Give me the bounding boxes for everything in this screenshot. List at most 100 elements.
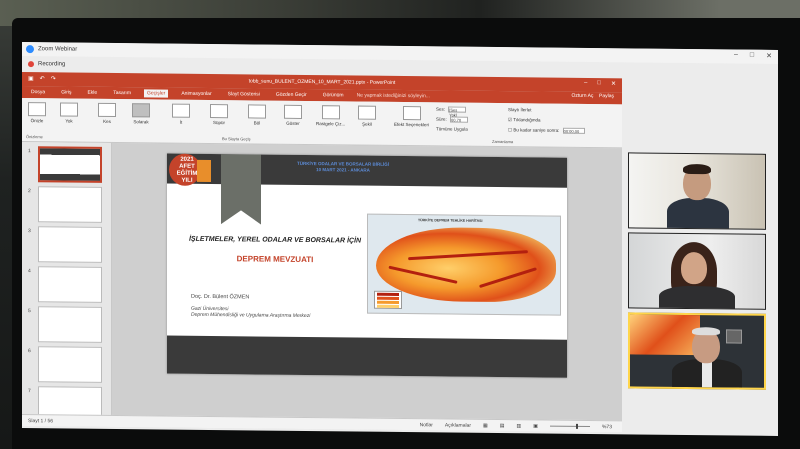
checkbox-empty-icon: ☐ <box>508 127 513 133</box>
participant-video[interactable] <box>628 232 766 310</box>
after-label: Bu kadar saniye sonra: <box>513 127 560 133</box>
notes-button[interactable]: Notlar <box>420 422 433 428</box>
quick-access-toolbar: ▣ ↶ ↷ <box>28 75 56 82</box>
ppt-close-button[interactable]: ✕ <box>611 80 616 87</box>
slide-thumbnail[interactable] <box>38 146 102 183</box>
slide-headline: İŞLETMELER, YEREL ODALAR VE BORSALAR İÇİ… <box>188 235 362 245</box>
tab-slideshow[interactable]: Slayt Gösterisi <box>225 90 263 98</box>
transition-random-bars[interactable]: Rastgele Çiz... <box>316 105 345 126</box>
close-button[interactable]: ✕ <box>766 52 772 60</box>
slide-ribbon-decoration <box>221 154 261 224</box>
legend-swatch <box>377 300 399 304</box>
monitor-screen: Zoom Webinar – □ ✕ Recording ▣ ↶ ↷ tobb_… <box>22 42 778 436</box>
ppt-window-title: tobb_sunu_BULENT_OZMEN_10_MART_2021.pptx… <box>248 78 396 86</box>
slide-author: Doç. Dr. Bülent ÖZMEN <box>191 293 250 301</box>
tab-insert[interactable]: Ekle <box>84 89 100 97</box>
redo-icon[interactable]: ↷ <box>51 75 56 82</box>
apply-all-label: Tümüne Uygula <box>436 126 468 132</box>
duration-setting: Süre: 00,70 <box>436 116 469 123</box>
transition-none[interactable]: Yok <box>60 102 78 124</box>
slide-thumbnail[interactable] <box>38 226 102 263</box>
user-name: Ozturn Aç <box>571 92 594 100</box>
tab-animations[interactable]: Animasyonlar <box>178 90 214 98</box>
slide-counter: Slayt 1 / 56 <box>28 417 54 424</box>
slide-affiliation: Gazi Üniversitesi Deprem Mühendisliği ve… <box>191 306 310 319</box>
push-transition-icon <box>172 103 190 118</box>
slide-thumbnail[interactable] <box>38 266 102 303</box>
preview-icon <box>28 102 46 117</box>
transition-shape[interactable]: Şekil <box>358 105 376 127</box>
current-slide[interactable]: 2021 AFET EĞİTİM YILI TÜRKİYE ODALAR VE … <box>167 153 567 378</box>
tab-view[interactable]: Görünüm <box>320 91 347 99</box>
transition-split[interactable]: Böl <box>248 104 266 126</box>
slide-thumbnail[interactable] <box>38 346 102 383</box>
ppt-maximize-button[interactable]: □ <box>597 80 601 87</box>
legend-swatch <box>377 304 399 308</box>
slide-number: 1 <box>28 148 31 155</box>
shared-screen: ▣ ↶ ↷ tobb_sunu_BULENT_OZMEN_10_MART_202… <box>22 72 622 433</box>
effect-options-label: Efekt Seçenekleri <box>394 121 430 128</box>
earthquake-hazard-map: TÜRKİYE DEPREM TEHLİKE HARİTASI <box>367 213 561 316</box>
preview-button[interactable]: Önizle <box>28 102 46 123</box>
sound-select[interactable]: [Ses Yok] <box>448 106 467 118</box>
transition-push[interactable]: İt <box>172 103 190 125</box>
slide-thumbnail[interactable] <box>38 186 102 223</box>
effect-options-button[interactable]: Efekt Seçenekleri <box>394 106 429 127</box>
undo-icon[interactable]: ↶ <box>40 75 45 82</box>
tell-me-search[interactable]: Ne yapmak istediğinizi söyleyin... <box>357 93 430 100</box>
on-click-checkbox[interactable]: ☑ Tıklandığında <box>508 117 541 123</box>
reveal-transition-icon <box>284 104 302 119</box>
active-speaker-video[interactable] <box>628 312 766 390</box>
transition-wipe[interactable]: Süpür <box>210 104 228 125</box>
comments-button[interactable]: Açıklamalar <box>445 422 471 428</box>
zoom-level[interactable]: %73 <box>602 424 612 430</box>
recording-label: Recording <box>38 61 66 68</box>
normal-view-icon[interactable]: ▦ <box>483 422 488 428</box>
reading-view-icon[interactable]: ▥ <box>517 423 522 429</box>
tab-file[interactable]: Dosya <box>28 88 48 96</box>
slide-number: 2 <box>28 188 31 195</box>
tab-transitions[interactable]: Geçişler <box>143 89 169 98</box>
legend-swatch <box>377 296 399 300</box>
checkbox-checked-icon: ☑ <box>508 117 513 123</box>
tab-design[interactable]: Tasarım <box>110 89 134 97</box>
slide-number: 4 <box>28 268 31 275</box>
duration-input[interactable]: 00,70 <box>450 116 469 123</box>
recording-dot-icon <box>28 61 34 68</box>
group-label-transition: Bu Slayta Geçiş <box>222 136 251 142</box>
zoom-slider[interactable] <box>549 425 590 427</box>
transitions-ribbon: Önizle Yok Kes Solarak İt Süpür Böl Göst… <box>22 98 622 149</box>
transition-fade[interactable]: Solarak <box>132 103 150 124</box>
fade-transition-icon <box>132 103 150 118</box>
sorter-view-icon[interactable]: ▤ <box>500 423 505 429</box>
share-button[interactable]: Ozturn Aç Paylaş <box>571 93 614 99</box>
participant-hair <box>683 163 711 175</box>
background-monitor <box>726 329 742 344</box>
minimize-button[interactable]: – <box>734 51 738 59</box>
save-icon[interactable]: ▣ <box>28 75 34 82</box>
transition-reveal[interactable]: Göster <box>284 104 302 126</box>
ppt-minimize-button[interactable]: – <box>584 80 587 87</box>
map-title: TÜRKİYE DEPREM TEHLİKE HARİTASI <box>418 218 483 223</box>
advance-label: Slaytı İlerlet <box>508 107 532 113</box>
transition-cut[interactable]: Kes <box>98 102 116 124</box>
tab-home[interactable]: Giriş <box>58 88 74 96</box>
after-seconds-input[interactable]: 00:00,00 <box>562 127 585 134</box>
group-label-timing: Zamanlama <box>492 138 514 145</box>
after-seconds-checkbox[interactable]: ☐ Bu kadar saniye sonra: 00:00,00 <box>508 127 585 134</box>
zoom-window-title: Zoom Webinar <box>38 46 78 53</box>
recording-indicator[interactable]: Recording <box>22 57 65 71</box>
apply-all-button[interactable]: Tümüne Uygula <box>436 126 468 131</box>
slide-number: 6 <box>28 348 31 355</box>
slide-editing-canvas: 2021 AFET EĞİTİM YILI TÜRKİYE ODALAR VE … <box>112 142 622 421</box>
wipe-label: Süpür <box>212 120 225 126</box>
slide-thumbnail[interactable] <box>38 306 102 343</box>
slideshow-view-icon[interactable]: ▣ <box>533 423 538 429</box>
tab-review[interactable]: Gözden Geçir <box>273 91 310 99</box>
maximize-button[interactable]: □ <box>750 52 754 60</box>
preview-label: Önizle <box>30 118 44 124</box>
slide-title: DEPREM MEVZUATI <box>236 254 314 265</box>
turkey-map-shape <box>376 226 556 303</box>
participant-video[interactable] <box>628 152 766 230</box>
share-label: Paylaş <box>598 93 614 100</box>
